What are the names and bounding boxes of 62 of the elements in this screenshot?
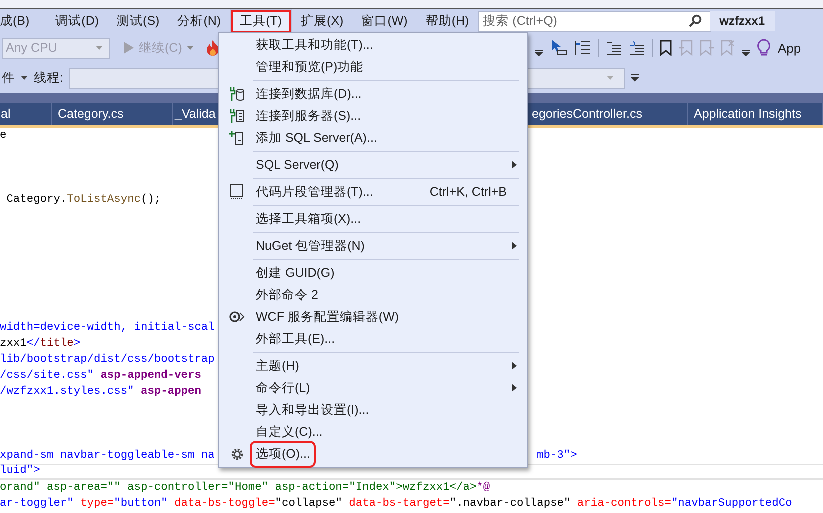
menu-item[interactable]: 代码片段管理器(T)... Ctrl+K, Ctrl+B [219,181,527,203]
menu-item[interactable]: 主题(H) [219,355,527,377]
menu-item[interactable]: 测试(S) [108,9,169,33]
cursor-icon[interactable] [550,39,568,57]
settings-icon [230,446,244,462]
menu-item[interactable]: 自定义(C)... [219,421,527,443]
menu-item[interactable]: 连接到服务器(S)... [219,105,527,127]
menu-item[interactable]: 添加 SQL Server(A)... [219,127,527,149]
menu-item[interactable]: 分析(N) [168,9,230,33]
overflow-caret-icon[interactable] [631,74,640,82]
code-text: ar-toggler" type="button" data-bs-toggle="collapse" data-bs-target=".navbar-collapse" aria-controls="navbarSupportedCo [0,498,792,510]
solution-name: wzfzxx1 [710,11,775,31]
menu-item[interactable]: 选项(O)... [219,443,527,465]
menu-item[interactable]: 创建 GUID(G) [219,262,527,284]
code-text: /wzfzxx1.styles.css" asp-appen [0,386,202,398]
thread-label: 线程: [34,70,64,86]
add-server-icon [229,130,245,146]
bookmark-icon[interactable] [660,40,672,56]
menu-item[interactable]: 导入和导出设置(I)... [219,399,527,421]
menu-item[interactable]: 窗口(W) [352,9,417,33]
code-text: orand" asp-area="" asp-controller="Home" asp-action="Index">wzfzxx1</a>*@ [0,482,490,494]
lightbulb-icon[interactable] [757,39,771,57]
search-field[interactable]: 搜索 (Ctrl+Q) [478,10,711,32]
menu-item[interactable]: WCF 服务配置编辑器(W) [219,306,527,328]
code-text: luid"> [0,465,40,477]
code-text: mb-3"> [537,448,578,464]
server-plug-icon [229,108,245,124]
database-plug-icon [229,86,245,102]
menu-item[interactable]: 管理和预览(P)功能 [219,56,527,78]
menu-item[interactable]: 命令行(L) [219,377,527,399]
dropdown-caret-icon [607,76,614,80]
menu-item[interactable]: NuGet 包管理器(N) [219,235,527,257]
code-text: /css/site.css" asp-append-vers [0,370,202,382]
menu-item[interactable]: 帮助(H) [416,9,478,33]
menu-item[interactable]: 扩展(X) [292,9,353,33]
code-text: lib/bootstrap/dist/css/bootstrap [0,354,215,366]
menu-item[interactable]: 选择工具箱项(X)... [219,208,527,230]
document-tab[interactable]: _Valida [173,103,218,125]
play-icon [124,42,134,54]
outdent-icon[interactable] [629,40,645,56]
service-gear-icon [229,310,245,324]
menu-item[interactable]: 调试(D) [46,9,108,33]
dropdown-caret-icon [96,46,103,50]
code-text: e [0,130,7,142]
menu-item[interactable]: 连接到数据库(D)... [219,83,527,105]
menu-item[interactable]: 外部工具(E)... [219,328,527,350]
code-text: Category.ToListAsync(); [6,194,162,206]
code-text: zxx1</title> [0,338,81,350]
code-text: width=device-width, initial-scal [0,322,215,334]
menu-item[interactable]: 成(B) [0,9,39,33]
menu-item[interactable]: 工具(T) [230,9,292,33]
code-text: xpand-sm navbar-toggleable-sm na [0,450,215,462]
dropdown-caret-icon[interactable] [21,76,28,80]
file-label: 件 [2,70,15,86]
menu-item[interactable]: SQL Server(Q) [219,154,527,176]
snippet-icon [230,184,244,200]
list-icon[interactable] [575,39,591,57]
menu-item[interactable]: 外部命令 2 [219,284,527,306]
toolbar-label: App [778,40,802,56]
menu-item[interactable]: 获取工具和功能(T)... [219,34,527,56]
indent-icon[interactable] [606,40,622,56]
caret-icon [187,46,194,50]
